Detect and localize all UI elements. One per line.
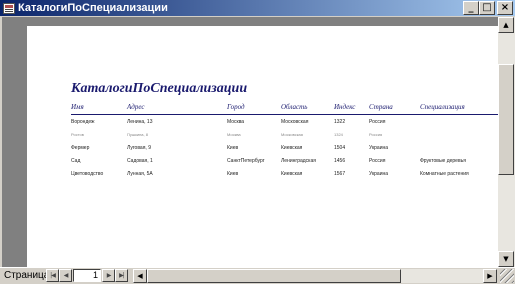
table-row: Фермер Луговая, 9 Киев Киевская 1504 Укр… xyxy=(27,145,498,157)
maximize-button[interactable]: □ xyxy=(479,1,495,15)
cell-region: Киевская xyxy=(281,171,303,177)
cell-region: Московская xyxy=(281,132,303,137)
column-header-country: Страна xyxy=(369,103,393,111)
column-header-postcode: Индекс xyxy=(334,103,356,111)
cell-city: СанктПетербург xyxy=(227,158,265,164)
cell-country: Россия xyxy=(369,119,386,125)
horizontal-scroll-thumb[interactable] xyxy=(147,269,401,283)
title-bar[interactable]: КаталогиПоСпециализации _ □ × xyxy=(0,0,515,16)
vertical-scroll-thumb[interactable] xyxy=(498,64,514,175)
last-page-button[interactable]: ▶| xyxy=(115,269,128,282)
cell-region: Московская xyxy=(281,119,309,125)
cell-address: Лунная, 5А xyxy=(127,171,153,177)
navigation-bar: Страница: |◀ ◀ 1 ▶ ▶| ◀ ▶ xyxy=(0,267,515,284)
cell-city: Киев xyxy=(227,145,239,151)
header-divider xyxy=(71,114,498,115)
resize-grip-icon[interactable] xyxy=(500,269,514,283)
cell-address: Луговая, 9 xyxy=(127,145,151,151)
cell-name: Ростов xyxy=(71,132,84,137)
cell-address: Ленина, 13 xyxy=(127,119,153,125)
scroll-right-button[interactable]: ▶ xyxy=(483,269,497,283)
cell-specialization: Фруктовые деревья xyxy=(420,158,466,164)
page-label: Страница: xyxy=(4,270,53,281)
table-row: Ворондеж Ленина, 13 Москва Московская 13… xyxy=(27,119,498,131)
report-icon xyxy=(3,2,15,14)
table-row: Ростов Пушкина, 8 Москва Московская 1324… xyxy=(27,132,498,144)
window-controls: _ □ × xyxy=(463,1,513,15)
cell-postcode: 1322 xyxy=(334,119,346,125)
report-title: КаталогиПоСпециализации xyxy=(71,81,248,96)
cell-postcode: 1456 xyxy=(334,158,346,164)
cell-name: Цветоводство xyxy=(71,171,104,177)
column-header-region: Область xyxy=(281,103,308,111)
cell-address: Садовая, 1 xyxy=(127,158,153,164)
next-page-button[interactable]: ▶ xyxy=(102,269,115,282)
horizontal-scrollbar[interactable]: ◀ ▶ xyxy=(133,269,497,283)
table-row: Сад Садовая, 1 СанктПетербург Ленинградс… xyxy=(27,158,498,170)
cell-country: Россия xyxy=(369,132,383,137)
cell-postcode: 1567 xyxy=(334,171,346,177)
column-header-specialization: Специализация xyxy=(420,103,465,111)
column-header-city: Город xyxy=(227,103,245,111)
cell-name: Ворондеж xyxy=(71,119,95,125)
cell-region: Ленинградская xyxy=(281,158,316,164)
table-row: Цветоводство Лунная, 5А Киев Киевская 15… xyxy=(27,171,498,183)
cell-country: Россия xyxy=(369,158,386,164)
cell-region: Киевская xyxy=(281,145,303,151)
cell-city: Москва xyxy=(227,132,241,137)
cell-postcode: 1324 xyxy=(334,132,343,137)
cell-country: Украина xyxy=(369,171,389,177)
cell-name: Фермер xyxy=(71,145,90,151)
page-number-field[interactable]: 1 xyxy=(73,269,101,282)
vertical-scrollbar[interactable]: ▲ ▼ xyxy=(498,17,515,267)
preview-area: КаталогиПоСпециализации Имя Адрес Город … xyxy=(2,17,498,267)
cell-name: Сад xyxy=(71,158,81,164)
column-header-address: Адрес xyxy=(127,103,145,111)
close-button[interactable]: × xyxy=(497,1,513,15)
cell-country: Украина xyxy=(369,145,389,151)
report-page: КаталогиПоСпециализации Имя Адрес Город … xyxy=(27,26,498,267)
cell-address: Пушкина, 8 xyxy=(127,132,148,137)
cell-specialization: Комнатные растения xyxy=(420,171,469,177)
window-title: КаталогиПоСпециализации xyxy=(18,2,168,14)
cell-city: Москва xyxy=(227,119,245,125)
report-preview-window: КаталогиПоСпециализации _ □ × КаталогиПо… xyxy=(0,0,515,284)
cell-city: Киев xyxy=(227,171,239,177)
first-page-button[interactable]: |◀ xyxy=(46,269,59,282)
scroll-left-button[interactable]: ◀ xyxy=(133,269,147,283)
scroll-up-button[interactable]: ▲ xyxy=(498,17,514,33)
column-header-name: Имя xyxy=(71,103,84,111)
minimize-button[interactable]: _ xyxy=(463,1,479,15)
scroll-down-button[interactable]: ▼ xyxy=(498,251,514,267)
cell-postcode: 1504 xyxy=(334,145,346,151)
previous-page-button[interactable]: ◀ xyxy=(59,269,72,282)
